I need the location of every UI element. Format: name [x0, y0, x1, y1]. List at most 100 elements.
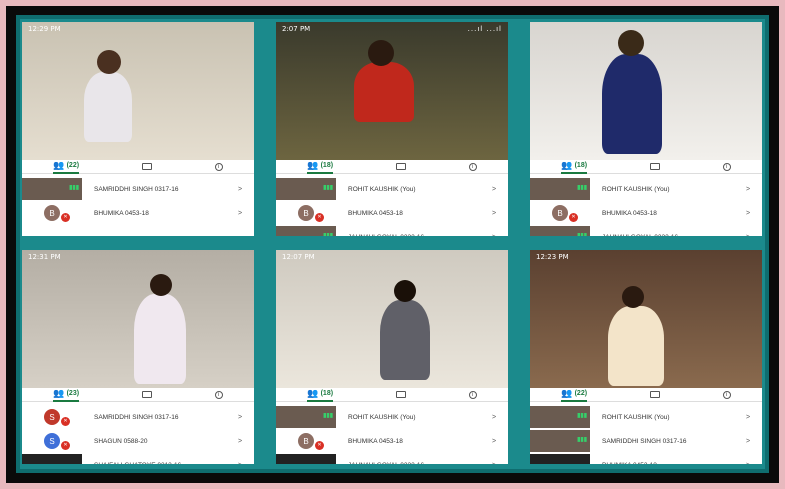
participant-row[interactable]: ▮▮▮ SAMRIDDHI SINGH 0317-16 > — [530, 430, 762, 452]
phone-status-bar: 12:29 PM — [22, 22, 254, 36]
tab-participants[interactable]: 👥 (18) — [561, 160, 588, 174]
participant-list: ▮▮▮ ROHIT KAUSHIK (You) > B ✕ BHUMIKA 0453-18… — [276, 402, 508, 464]
participant-thumbnail: S ✕ — [22, 406, 82, 428]
participant-name: JAHNAVI GOYAL 0322-16 — [590, 234, 746, 237]
tab-chat[interactable] — [141, 391, 152, 398]
mic-off-icon: ✕ — [315, 213, 324, 222]
tab-info[interactable]: i — [214, 390, 223, 399]
participant-video[interactable]: 2:07 PM ...ıl ...ıl — [276, 22, 508, 160]
participant-thumbnail: ▮▮▮ — [530, 226, 590, 236]
chevron-right-icon: > — [238, 413, 243, 421]
participant-thumbnail: B ✕ — [22, 202, 82, 224]
participant-thumbnail: ▮▮▮ — [22, 178, 82, 200]
chevron-right-icon: > — [746, 234, 762, 237]
meeting-tab-bar: 👥 (18) i — [530, 160, 762, 174]
participant-video[interactable] — [530, 22, 762, 160]
person-head — [622, 286, 644, 308]
participant-thumbnail: ▮▮▮ — [276, 406, 336, 428]
tab-info[interactable]: i — [722, 390, 731, 399]
chevron-right-icon: > — [492, 185, 497, 193]
participant-row[interactable]: S ✕ SHAGUN 0588-20 > — [22, 430, 254, 452]
person-body — [84, 72, 132, 142]
participant-video[interactable]: 12:31 PM — [22, 250, 254, 388]
participant-count: (18) — [320, 161, 334, 169]
tab-participants[interactable]: 👥 (22) — [53, 159, 80, 174]
tab-chat[interactable] — [649, 163, 660, 170]
participant-row[interactable]: ▮▮▮ ROHIT KAUSHIK (You) > — [276, 178, 508, 200]
tab-participants[interactable]: 👥 (22) — [561, 387, 588, 402]
participant-name: SAMRIDDHI SINGH 0317-16 — [94, 185, 179, 193]
info-icon: i — [722, 390, 731, 399]
mic-off-icon: ✕ — [315, 441, 324, 450]
participant-row[interactable]: B ✕ BHUMIKA 0453-18 > — [276, 430, 508, 452]
tab-participants[interactable]: 👥 (23) — [53, 387, 80, 402]
participant-row[interactable]: ▮▮▮ ROHIT KAUSHIK (You) > — [530, 406, 762, 428]
participant-count: (18) — [574, 161, 588, 169]
participant-thumbnail: ▮▮▮ — [276, 178, 336, 200]
participant-row[interactable]: ✕BHUMIKA 0453-18> — [530, 454, 762, 464]
chat-icon — [649, 391, 660, 398]
tab-chat[interactable] — [395, 163, 406, 170]
participant-row[interactable]: B ✕ BHUMIKA 0453-18 > — [530, 202, 762, 224]
people-icon: 👥 — [307, 159, 319, 170]
chevron-right-icon: > — [746, 413, 751, 421]
people-icon: 👥 — [307, 387, 319, 398]
chat-icon — [395, 391, 406, 398]
tab-chat[interactable] — [141, 163, 152, 170]
participant-count: (18) — [320, 389, 334, 397]
audio-level-icon: ▮▮▮ — [577, 233, 587, 236]
people-icon: 👥 — [53, 159, 65, 170]
avatar: B — [552, 205, 568, 221]
meet-screenshot-panel: 2:07 PM ...ıl ...ıl 👥 (18) i ▮▮▮ ROHIT KAUSHIK… — [276, 22, 508, 236]
meeting-tab-bar: 👥 (22) i — [530, 388, 762, 402]
chat-icon — [141, 391, 152, 398]
info-icon: i — [214, 162, 223, 171]
tab-chat[interactable] — [649, 391, 660, 398]
chevron-right-icon: > — [238, 462, 254, 465]
person-body — [608, 306, 664, 386]
tab-info[interactable]: i — [722, 162, 731, 171]
status-time: 12:29 PM — [28, 25, 61, 33]
participant-thumbnail: B ✕ — [276, 202, 336, 224]
participant-thumbnail: ▮▮▮ — [530, 178, 590, 200]
participant-video[interactable]: 12:29 PM — [22, 22, 254, 160]
mic-off-icon: ✕ — [61, 213, 70, 222]
phone-status-bar: 2:07 PM ...ıl ...ıl — [276, 22, 508, 36]
audio-level-icon: ▮▮▮ — [323, 233, 333, 236]
tab-participants[interactable]: 👥 (18) — [307, 387, 334, 402]
tab-info[interactable]: i — [468, 162, 477, 171]
participant-row[interactable]: ▮▮▮ SAMRIDDHI SINGH 0317-16 > — [22, 178, 254, 200]
participant-row[interactable]: ✕JAHNAVI GOYAL 0322-16> — [276, 454, 508, 464]
participant-row[interactable]: ▮▮▮ ROHIT KAUSHIK (You) > — [530, 178, 762, 200]
participant-row[interactable]: ▮▮▮ ROHIT KAUSHIK (You) > — [276, 406, 508, 428]
people-icon: 👥 — [561, 387, 573, 398]
participant-row[interactable]: B ✕ BHUMIKA 0453-18 > — [22, 202, 254, 224]
meeting-tab-bar: 👥 (22) i — [22, 160, 254, 174]
phone-status-bar: 12:23 PM — [530, 250, 762, 264]
tab-info[interactable]: i — [468, 390, 477, 399]
tab-info[interactable]: i — [214, 162, 223, 171]
participant-thumbnail: B ✕ — [276, 430, 336, 452]
meet-screenshot-panel: 12:31 PM 👥 (23) i S ✕ SAMRIDDHI SINGH 0317-16 >… — [22, 250, 254, 464]
participant-row[interactable]: ▮▮▮JAHNAVI GOYAL 0322-16> — [276, 226, 508, 236]
participant-video[interactable]: 12:07 PM — [276, 250, 508, 388]
participant-name: JAHNAVI GOYAL 0322-16 — [336, 234, 492, 237]
participant-name: BHUMIKA 0453-18 — [348, 209, 403, 217]
participant-thumbnail: ✕ — [276, 454, 336, 464]
phone-status-bar: 12:07 PM — [276, 250, 508, 264]
status-time: 12:07 PM — [282, 253, 315, 261]
phone-status-bar: 12:31 PM — [22, 250, 254, 264]
participant-row[interactable]: S ✕ SAMRIDDHI SINGH 0317-16 > — [22, 406, 254, 428]
chevron-right-icon: > — [746, 437, 751, 445]
tab-chat[interactable] — [395, 391, 406, 398]
participant-name: ROHIT KAUSHIK (You) — [348, 185, 416, 193]
participant-row[interactable]: ✕SHAIFALI GHATOYE 0313-16> — [22, 454, 254, 464]
participant-video[interactable]: 12:23 PM — [530, 250, 762, 388]
people-icon: 👥 — [53, 387, 65, 398]
participant-row[interactable]: ▮▮▮JAHNAVI GOYAL 0322-16> — [530, 226, 762, 236]
participant-row[interactable]: B ✕ BHUMIKA 0453-18 > — [276, 202, 508, 224]
tab-participants[interactable]: 👥 (18) — [307, 159, 334, 174]
mic-off-icon: ✕ — [61, 441, 70, 450]
participant-thumbnail: B ✕ — [530, 202, 590, 224]
participant-thumbnail: S ✕ — [22, 430, 82, 452]
